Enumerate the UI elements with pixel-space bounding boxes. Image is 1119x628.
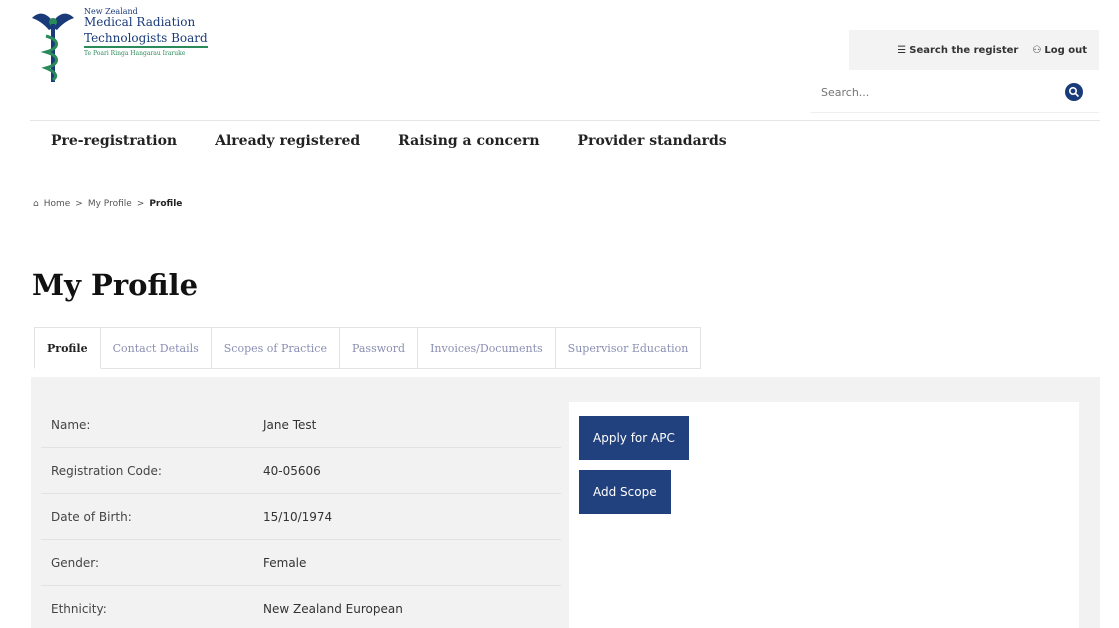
tab-profile[interactable]: Profile — [34, 327, 101, 369]
apply-for-apc-button[interactable]: Apply for APC — [579, 416, 689, 460]
breadcrumb-separator: > — [75, 199, 83, 209]
tab-contact-details[interactable]: Contact Details — [100, 327, 212, 369]
home-icon: ⌂ — [33, 199, 39, 209]
detail-value: Jane Test — [263, 417, 317, 432]
search-register-link[interactable]: ☰ Search the register — [897, 45, 1018, 56]
detail-label: Ethnicity: — [51, 601, 107, 616]
logo-text: New Zealand Medical Radiation Technologi… — [84, 7, 208, 57]
site-logo[interactable]: New Zealand Medical Radiation Technologi… — [30, 7, 208, 88]
main-nav: Pre-registration Already registered Rais… — [51, 133, 727, 149]
detail-row-date-of-birth: Date of Birth: 15/10/1974 — [41, 494, 561, 540]
detail-row-registration-code: Registration Code: 40-05606 — [41, 448, 561, 494]
breadcrumb: ⌂ Home > My Profile > Profile — [33, 199, 182, 209]
breadcrumb-current: Profile — [149, 199, 183, 209]
search-register-label: Search the register — [909, 44, 1019, 56]
site-search — [811, 72, 1099, 113]
page-title: My Profile — [32, 268, 199, 302]
detail-value: Female — [263, 555, 307, 570]
logout-link[interactable]: ⚇ Log out — [1032, 45, 1087, 56]
detail-value: 15/10/1974 — [263, 509, 333, 524]
caduceus-logo-icon — [32, 13, 74, 82]
add-scope-button[interactable]: Add Scope — [579, 470, 671, 514]
list-icon: ☰ — [897, 44, 907, 56]
profile-tabs: Profile Contact Details Scopes of Practi… — [34, 327, 702, 369]
detail-value: 40-05606 — [263, 463, 321, 478]
nav-provider-standards[interactable]: Provider standards — [578, 133, 727, 149]
nav-raising-a-concern[interactable]: Raising a concern — [398, 133, 539, 149]
profile-details: Name: Jane Test Registration Code: 40-05… — [41, 402, 561, 628]
detail-row-gender: Gender: Female — [41, 540, 561, 586]
detail-label: Gender: — [51, 555, 100, 570]
logo-line-2: Technologists Board — [84, 32, 208, 48]
detail-value: New Zealand European — [263, 601, 403, 616]
nav-divider — [30, 120, 1100, 121]
search-button[interactable] — [1065, 83, 1083, 101]
tab-invoices-documents[interactable]: Invoices/Documents — [418, 327, 556, 369]
user-icon: ⚇ — [1032, 44, 1042, 56]
tab-supervisor-education[interactable]: Supervisor Education — [555, 327, 702, 369]
logo-tagline: Te Poari Ringa Hangarau Iraruke — [84, 49, 186, 57]
detail-label: Name: — [51, 417, 91, 432]
search-icon — [1068, 86, 1080, 98]
detail-label: Registration Code: — [51, 463, 162, 478]
tab-password[interactable]: Password — [339, 327, 419, 369]
detail-label: Date of Birth: — [51, 509, 132, 524]
page: New Zealand Medical Radiation Technologi… — [0, 0, 1119, 628]
breadcrumb-separator: > — [136, 199, 145, 209]
nav-pre-registration[interactable]: Pre-registration — [51, 133, 177, 149]
logo-line-1: Medical Radiation — [84, 15, 196, 30]
utility-bar: ☰ Search the register ⚇ Log out — [849, 30, 1099, 70]
detail-row-ethnicity: Ethnicity: New Zealand European — [41, 586, 561, 628]
logout-label: Log out — [1044, 44, 1087, 56]
breadcrumb-home[interactable]: Home — [44, 199, 71, 209]
detail-row-name: Name: Jane Test — [41, 402, 561, 448]
profile-panel: Name: Jane Test Registration Code: 40-05… — [31, 377, 1100, 628]
tab-scopes-of-practice[interactable]: Scopes of Practice — [211, 327, 340, 369]
breadcrumb-my-profile[interactable]: My Profile — [88, 199, 132, 209]
search-input[interactable] — [819, 84, 1053, 100]
actions-card: Apply for APC Add Scope — [569, 402, 1079, 628]
nav-already-registered[interactable]: Already registered — [215, 133, 360, 149]
